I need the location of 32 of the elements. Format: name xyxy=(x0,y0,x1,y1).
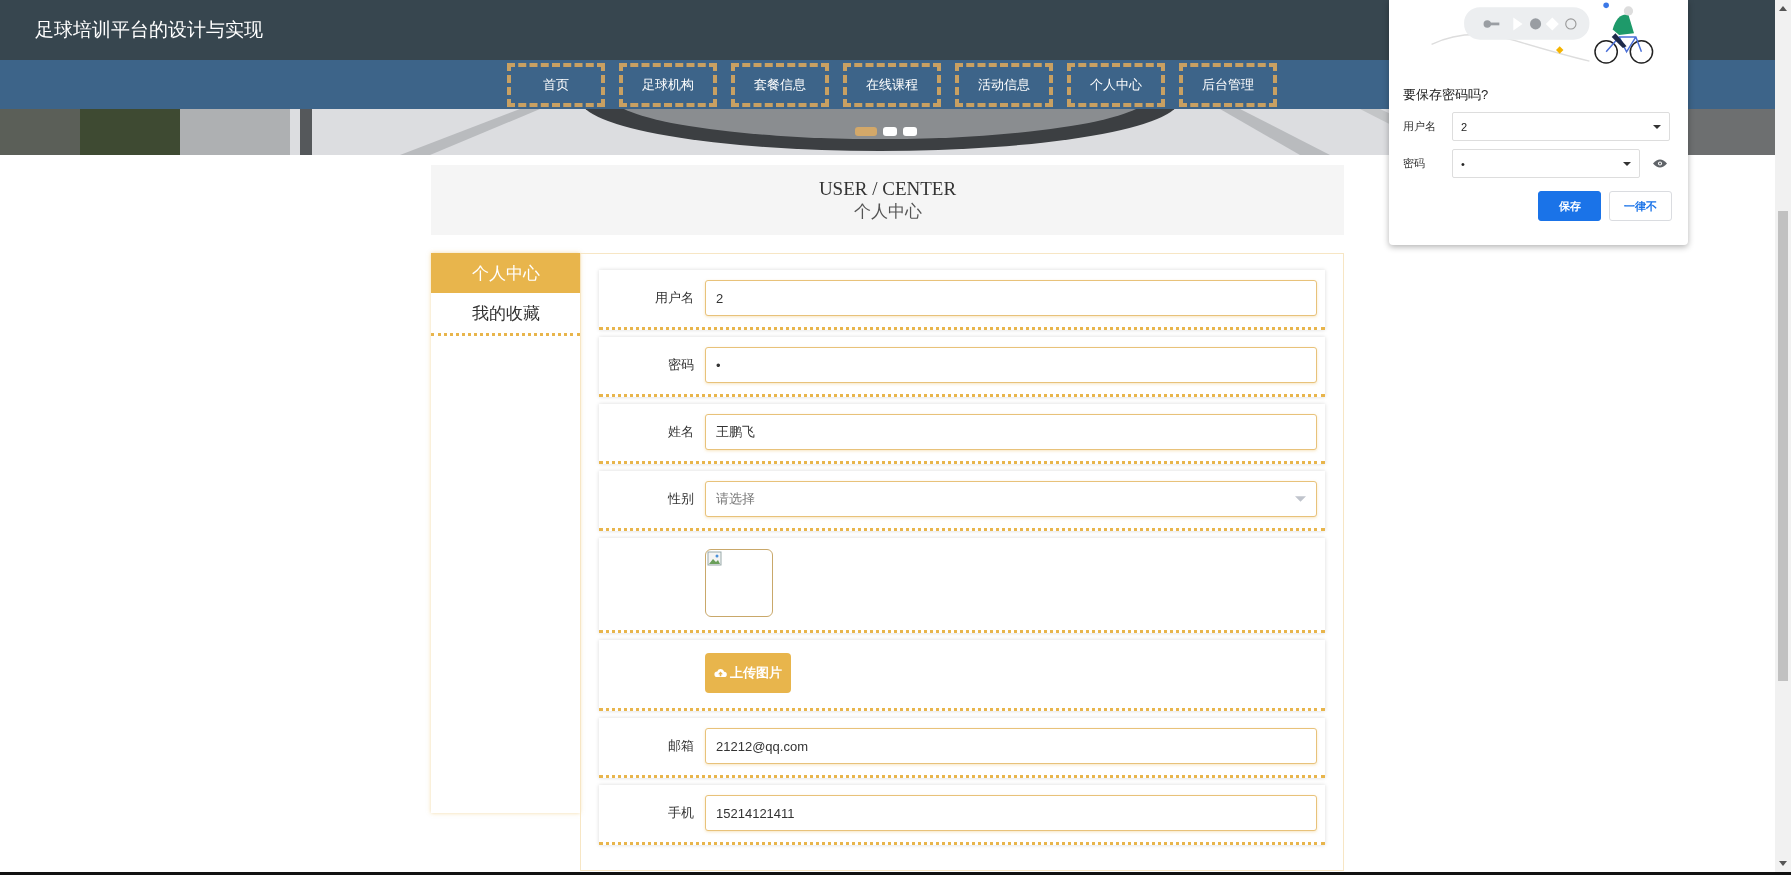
field-label: 性别 xyxy=(668,491,694,506)
dialog-button[interactable]: 一律不 xyxy=(1609,191,1672,221)
input-field[interactable]: 21212@qq.com xyxy=(705,728,1317,764)
heading-title: USER / CENTER xyxy=(818,177,957,200)
broken-image-icon xyxy=(707,551,723,567)
dropdown-field[interactable]: 2 xyxy=(1452,112,1670,141)
select-field[interactable]: 请选择 xyxy=(705,481,1317,517)
scroll-down-icon[interactable] xyxy=(1779,861,1787,866)
site-title: 足球培训平台的设计与实现 xyxy=(35,18,263,42)
field-label: 邮箱 xyxy=(668,738,694,753)
caret-icon xyxy=(1653,124,1661,129)
input-field[interactable]: 王鹏飞 xyxy=(705,414,1317,450)
scroll-up-icon[interactable] xyxy=(1779,6,1787,11)
input-field[interactable]: 2 xyxy=(705,280,1317,316)
caret-icon xyxy=(1295,496,1306,502)
input-field[interactable]: • xyxy=(705,347,1317,383)
cloud-upload-icon xyxy=(714,668,727,678)
field-label: 姓名 xyxy=(668,424,694,439)
input-field[interactable]: 15214121411 xyxy=(705,795,1317,831)
field-label: 密码 xyxy=(668,357,694,372)
eye-icon[interactable] xyxy=(1653,159,1667,168)
dialog-button[interactable]: 保存 xyxy=(1538,191,1601,221)
sidebar-item[interactable]: 我的收藏 xyxy=(431,293,580,336)
heading-subtitle: 个人中心 xyxy=(853,200,922,223)
dialog-title: 要保存密码吗? xyxy=(1403,86,1490,104)
field-label: 密码 xyxy=(1403,156,1426,171)
field-label: 用户名 xyxy=(655,290,694,305)
field-label: 用户名 xyxy=(1403,119,1437,134)
scrollbar[interactable] xyxy=(1775,0,1791,872)
field-label: 手机 xyxy=(668,805,694,820)
dropdown-field[interactable]: • xyxy=(1452,149,1640,178)
caret-icon xyxy=(1623,161,1631,166)
